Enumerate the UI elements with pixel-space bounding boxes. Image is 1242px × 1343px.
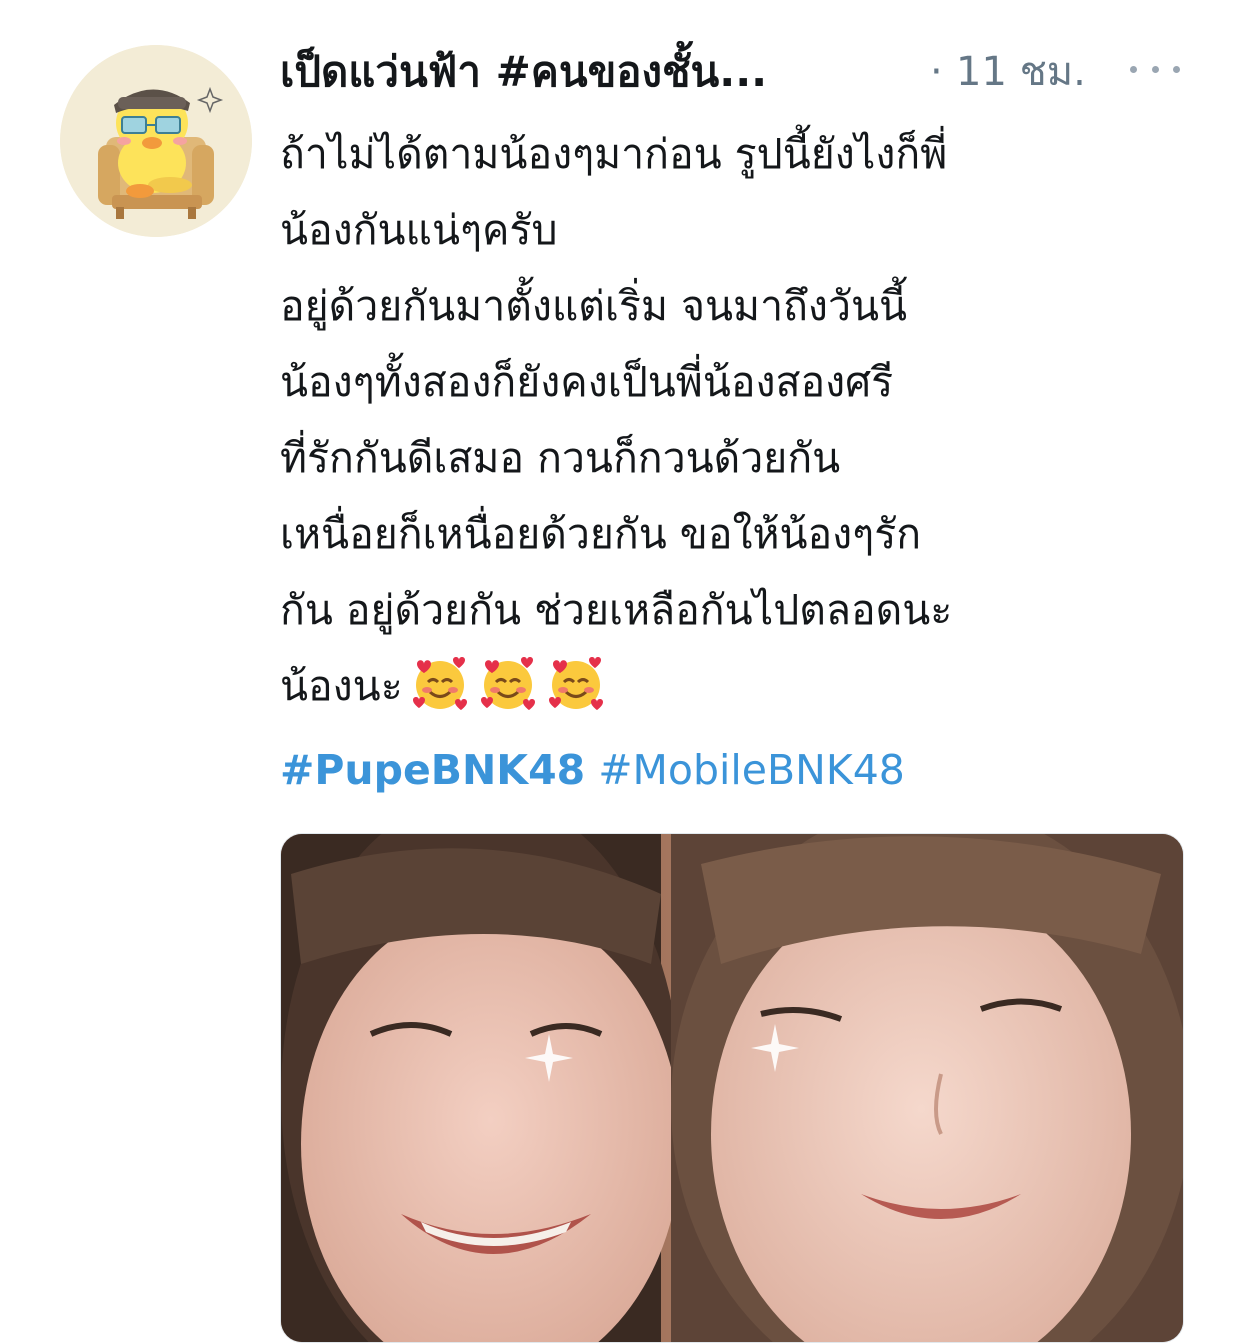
tweet[interactable]: เป็ดแว่นฟ้า #คนของชั้น... · 11 ชม. ถ้าไม… (0, 0, 1242, 1343)
more-horizontal-icon[interactable] (1130, 54, 1180, 84)
more-dot (1173, 65, 1180, 73)
hashtag-link[interactable]: #PupeBNK48 (280, 746, 585, 794)
tweet-photo[interactable] (280, 833, 1184, 1343)
tweet-text-line: ถ้าไม่ได้ตามน้องๆมาก่อน รูปนี้ยังไงก็พี่ (280, 130, 948, 178)
tweet-text-line: น้องนะ (280, 662, 403, 710)
tweet-text-line: น้องๆทั้งสองก็ยังคงเป็นพี่น้องสองศรี (280, 358, 894, 406)
tweet-text: ถ้าไม่ได้ตามน้องๆมาก่อน รูปนี้ยังไงก็พี่… (280, 116, 1180, 724)
more-dot (1130, 65, 1137, 73)
tweet-text-line: กัน อยู่ด้วยกัน ช่วยเหลือกันไปตลอดนะ (280, 586, 953, 634)
more-dot (1151, 65, 1159, 73)
tweet-text-line: น้องกันแน่ๆครับ (280, 206, 558, 254)
avatar[interactable] (60, 45, 252, 237)
tweet-text-line: ที่รักกันดีเสมอ กวนก็กวนด้วยกัน (280, 434, 841, 482)
timestamp[interactable]: 11 ชม. (956, 44, 1086, 100)
tweet-text-line: เหนื่อยก็เหนื่อยด้วยกัน ขอให้น้องๆรัก (280, 510, 922, 558)
hashtag-row: #PupeBNK48 #MobileBNK48 (280, 734, 905, 806)
photo-image (281, 834, 1183, 1342)
tweet-header: เป็ดแว่นฟ้า #คนของชั้น... · 11 ชม. (280, 38, 1190, 108)
display-name[interactable]: เป็ดแว่นฟ้า #คนของชั้น... (280, 44, 767, 100)
smiling-face-with-hearts-icon (409, 652, 471, 714)
duck-character-avatar-icon (60, 45, 252, 237)
tweet-text-line: อยู่ด้วยกันมาตั้งแต่เริ่ม จนมาถึงวันนี้ (280, 282, 908, 330)
tweet-text-last-line: น้องนะ (280, 648, 1180, 724)
hashtag-link[interactable]: #MobileBNK48 (598, 746, 905, 794)
smiling-face-with-hearts-icon (477, 652, 539, 714)
separator-dot: · (930, 49, 943, 95)
smiling-face-with-hearts-icon (545, 652, 607, 714)
